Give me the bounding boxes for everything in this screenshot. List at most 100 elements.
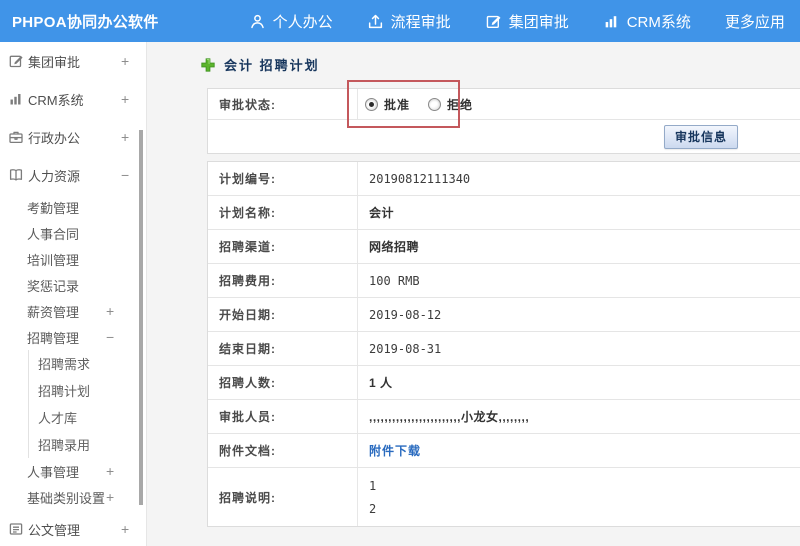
- detail-table: 计划编号: 20190812111340 计划名称: 会计 招聘渠道: 网络招聘 招聘费用:…: [207, 161, 800, 527]
- field-value: 附件下载: [358, 434, 800, 467]
- radio-label: 拒绝: [447, 97, 474, 112]
- collapse-icon[interactable]: −: [121, 167, 129, 183]
- topbar-item-label: CRM系统: [626, 13, 691, 31]
- sidebar-item-label: 招聘管理: [27, 330, 80, 346]
- sidebar-item-hr[interactable]: 人力资源 −: [0, 156, 146, 194]
- edit-icon: [8, 53, 24, 69]
- sidebar-item-label: 招聘计划: [38, 384, 91, 399]
- field-value: ,,,,,,,,,,,,,,,,,,,,,,,,小龙女,,,,,,,,: [369, 410, 530, 424]
- expand-icon[interactable]: +: [121, 91, 129, 107]
- sidebar-item-attendance[interactable]: 考勤管理: [0, 194, 146, 220]
- sidebar-item-label: 人才库: [38, 411, 78, 426]
- topbar-item-personal-office[interactable]: 个人办公: [243, 0, 339, 42]
- topbar-item-label: 个人办公: [272, 13, 333, 31]
- collapse-icon[interactable]: −: [106, 329, 114, 345]
- approval-radio-reject[interactable]: 拒绝: [428, 96, 473, 113]
- sidebar-item-salary[interactable]: 薪资管理 +: [0, 298, 146, 324]
- form-row-cost: 招聘费用: 100 RMB: [208, 264, 800, 298]
- topbar-item-more-apps[interactable]: 更多应用: [719, 0, 800, 42]
- sidebar-item-recruit-plan[interactable]: 招聘计划: [0, 377, 146, 404]
- plus-icon: [200, 57, 216, 73]
- form-row-plan-no: 计划编号: 20190812111340: [208, 162, 800, 196]
- field-label: 结束日期:: [208, 332, 358, 365]
- sidebar-item-label: 公文管理: [28, 522, 81, 538]
- user-icon: [249, 13, 266, 30]
- form-row-description: 招聘说明: 1 2: [208, 468, 800, 526]
- sidebar-item-label: 人事合同: [27, 226, 80, 242]
- expand-icon[interactable]: +: [121, 129, 129, 145]
- sidebar-item-recruit-demand[interactable]: 招聘需求: [0, 350, 146, 377]
- sidebar-item-label: 人力资源: [28, 168, 81, 184]
- form-row-channel: 招聘渠道: 网络招聘: [208, 230, 800, 264]
- field-value: 网络招聘: [369, 240, 420, 254]
- field-label: 计划名称:: [208, 196, 358, 229]
- form-row-approval-status: 审批状态: 批准 拒绝: [208, 89, 800, 120]
- field-value: 1 人: [369, 376, 393, 390]
- sidebar-item-recruit-hire[interactable]: 招聘录用: [0, 431, 146, 458]
- field-label: 招聘渠道:: [208, 230, 358, 263]
- sidebar-item-label: 薪资管理: [27, 304, 80, 320]
- sidebar-item-hr-contract[interactable]: 人事合同: [0, 220, 146, 246]
- sidebar-item-reward-punishment[interactable]: 奖惩记录: [0, 272, 146, 298]
- sidebar-item-label: 集团审批: [28, 54, 81, 70]
- sidebar-item-label: 人事管理: [27, 464, 80, 480]
- approval-status-radio-group: 批准 拒绝: [358, 89, 800, 119]
- approval-info-button[interactable]: 审批信息: [663, 124, 738, 149]
- sidebar-item-recruitment[interactable]: 招聘管理 −: [0, 324, 146, 350]
- sidebar-item-group-approval[interactable]: 集团审批 +: [0, 42, 146, 80]
- sidebar-item-training[interactable]: 培训管理: [0, 246, 146, 272]
- form-row-start-date: 开始日期: 2019-08-12: [208, 298, 800, 332]
- sidebar-item-label: 考勤管理: [27, 200, 80, 216]
- document-icon: [8, 521, 24, 537]
- main-content: 会计 招聘计划 审批状态: 批准 拒绝 审批信息 计划编号: 20190812111…: [147, 42, 800, 546]
- attachment-download-link[interactable]: 附件下载: [369, 442, 421, 459]
- sidebar-item-talent-pool[interactable]: 人才库: [0, 404, 146, 431]
- edit-icon: [485, 13, 502, 30]
- approval-radio-approve[interactable]: 批准: [365, 96, 410, 113]
- sidebar-item-label: 行政办公: [28, 130, 81, 146]
- topbar-nav: 个人办公 流程审批 集团审批 CRM系统 更多应用: [243, 0, 800, 42]
- field-label: 附件文档:: [208, 434, 358, 467]
- form-row-attachment: 附件文档: 附件下载: [208, 434, 800, 468]
- process-icon: [367, 13, 384, 30]
- sidebar-scrollbar[interactable]: [139, 130, 143, 505]
- field-label: 审批人员:: [208, 400, 358, 433]
- briefcase-icon: [8, 129, 24, 145]
- app-logo: PHPOA协同办公软件: [12, 13, 159, 31]
- field-value: 20190812111340: [369, 171, 471, 186]
- sidebar-item-personnel[interactable]: 人事管理 +: [0, 458, 146, 484]
- field-label: 计划编号:: [208, 162, 358, 195]
- app-window: PHPOA协同办公软件 个人办公 流程审批 集团审批 CRM系统 更多应用 集团审批 + C…: [0, 0, 800, 546]
- expand-icon[interactable]: +: [121, 53, 129, 69]
- field-value: 2019-08-31: [369, 341, 442, 356]
- expand-icon[interactable]: +: [106, 463, 114, 479]
- form-row-approval-button: 审批信息: [208, 120, 800, 153]
- topbar-item-process-approval[interactable]: 流程审批: [361, 0, 457, 42]
- expand-icon[interactable]: +: [121, 521, 129, 537]
- expand-icon[interactable]: +: [106, 489, 114, 505]
- sidebar-item-label: 培训管理: [27, 252, 80, 268]
- form-row-plan-name: 计划名称: 会计: [208, 196, 800, 230]
- sidebar: 集团审批 + CRM系统 + 行政办公 + 人力资源 − 考勤管理 人事合同 培训管理 奖惩记录 薪资管…: [0, 42, 147, 546]
- radio-icon: [365, 97, 378, 111]
- chart-icon: [603, 13, 620, 30]
- approval-status-label: 审批状态:: [208, 89, 358, 119]
- expand-icon[interactable]: +: [106, 303, 114, 319]
- form-row-headcount: 招聘人数: 1 人: [208, 366, 800, 400]
- sidebar-item-label: 招聘需求: [38, 357, 91, 372]
- form-row-approvers: 审批人员: ,,,,,,,,,,,,,,,,,,,,,,,,小龙女,,,,,,,,: [208, 400, 800, 434]
- topbar-item-label: 集团审批: [508, 13, 569, 31]
- sidebar-item-label: 奖惩记录: [27, 278, 80, 294]
- sidebar-item-crm[interactable]: CRM系统 +: [0, 80, 146, 118]
- topbar-item-crm[interactable]: CRM系统: [597, 0, 697, 42]
- sidebar-item-admin-office[interactable]: 行政办公 +: [0, 118, 146, 156]
- chart-icon: [8, 91, 24, 107]
- field-value: 12: [358, 468, 800, 526]
- form-row-end-date: 结束日期: 2019-08-31: [208, 332, 800, 366]
- field-label: 招聘费用:: [208, 264, 358, 297]
- topbar-item-group-approval[interactable]: 集团审批: [479, 0, 575, 42]
- radio-icon: [428, 97, 442, 111]
- sidebar-item-label: 招聘录用: [38, 438, 91, 453]
- sidebar-item-official-doc[interactable]: 公文管理 +: [0, 510, 146, 546]
- sidebar-item-base-category[interactable]: 基础类别设置 +: [0, 484, 146, 510]
